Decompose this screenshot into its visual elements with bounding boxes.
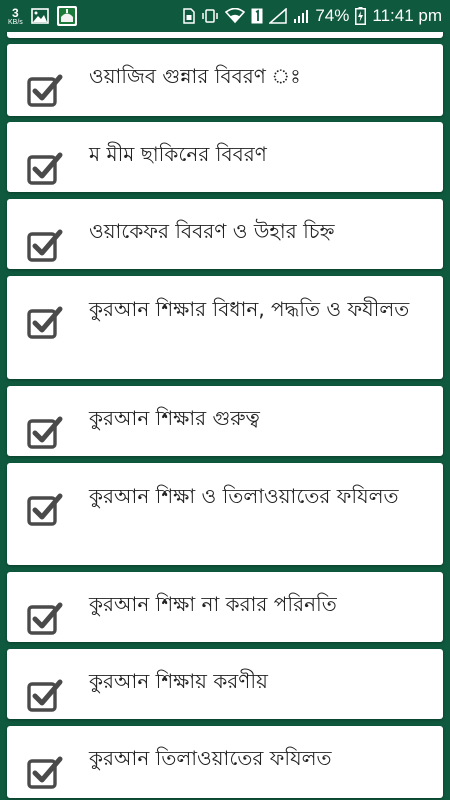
list-item[interactable]: কুরআন শিক্ষায় করণীয়: [7, 649, 443, 719]
list-item[interactable]: কুরআন শিক্ষার বিধান, পদ্ধতি ও ফযীলত: [7, 276, 443, 379]
status-bar: 3 KB/s 74% 11:41 pm: [0, 0, 450, 32]
list-item[interactable]: ম মীম ছাকিনের বিবরণ: [7, 122, 443, 192]
network-speed: 3 KB/s: [8, 7, 23, 26]
network-speed-value: 3: [12, 5, 19, 20]
image-icon: [30, 8, 49, 24]
checkbox-checked-icon: [26, 150, 64, 188]
battery-icon: [355, 7, 367, 25]
list-item[interactable]: ওয়াকেফর বিবরণ ও উহার চিহ্ন: [7, 199, 443, 269]
checkbox-checked-icon: [26, 72, 64, 110]
checkbox-checked-icon: [26, 304, 64, 342]
list-item[interactable]: কুরআন শিক্ষা ও তিলাওয়াতের ফযিলত: [7, 463, 443, 565]
list-item-label: কুরআন শিক্ষা ও তিলাওয়াতের ফযিলত: [89, 484, 399, 508]
list-item-label: ম মীম ছাকিনের বিবরণ: [89, 142, 267, 166]
list-item[interactable]: [7, 32, 443, 38]
checkbox-checked-icon: [26, 414, 64, 452]
list-item[interactable]: কুরআন শিক্ষার গুরুত্ব: [7, 386, 443, 456]
list-item-label: ওয়াকেফর বিবরণ ও উহার চিহ্ন: [89, 219, 335, 243]
topic-list: ওয়াজিব গুন্নার বিবরণ ঃ ম মীম ছাকিনের বি…: [0, 32, 450, 800]
sim1-icon: [251, 8, 263, 24]
list-item-label: কুরআন শিক্ষা না করার পরিনতি: [89, 592, 337, 616]
app-icon: [56, 6, 77, 26]
list-item-label: কুরআন তিলাওয়াতের ফযিলত: [89, 746, 332, 770]
battery-percent: 74%: [315, 6, 350, 25]
checkbox-checked-icon: [26, 754, 64, 792]
list-item[interactable]: কুরআন শিক্ষা না করার পরিনতি: [7, 572, 443, 642]
list-item-label: কুরআন শিক্ষার গুরুত্ব: [89, 406, 260, 430]
list-item-label: কুরআন শিক্ষায় করণীয়: [89, 669, 268, 693]
checkbox-checked-icon: [26, 677, 64, 715]
list-item-label: কুরআন শিক্ষার বিধান, পদ্ধতি ও ফযীলত: [89, 297, 410, 321]
wifi-icon: [225, 8, 246, 24]
signal-icon: [293, 8, 309, 24]
list-item[interactable]: ওয়াজিব গুন্নার বিবরণ ঃ: [7, 44, 443, 116]
list-item-label: ওয়াজিব গুন্নার বিবরণ ঃ: [89, 64, 301, 88]
checkbox-checked-icon: [26, 227, 64, 265]
list-item[interactable]: কুরআন তিলাওয়াতের ফযিলত: [7, 726, 443, 798]
checkbox-checked-icon: [26, 491, 64, 529]
signal-icon: [269, 8, 288, 24]
vibrate-icon: [201, 8, 219, 24]
checkbox-checked-icon: [26, 600, 64, 638]
sim-icon: [183, 8, 196, 24]
clock: 11:41 pm: [372, 6, 442, 25]
network-speed-unit: KB/s: [8, 18, 23, 26]
